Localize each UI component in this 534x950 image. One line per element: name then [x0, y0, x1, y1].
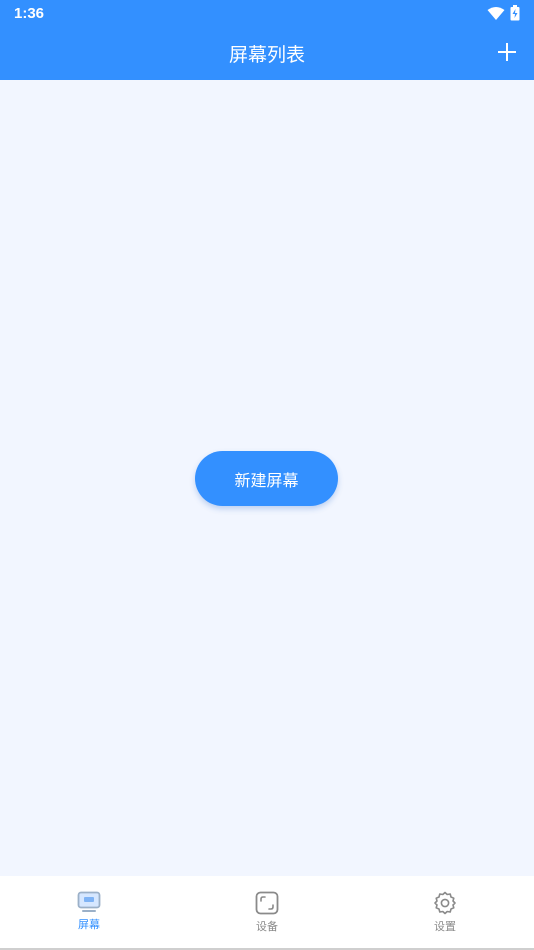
tab-settings[interactable]: 设置: [356, 876, 534, 948]
tab-devices[interactable]: 设备: [178, 876, 356, 948]
page-title: 屏幕列表: [228, 44, 305, 66]
status-time: 1:36: [14, 5, 45, 22]
status-icons: [487, 5, 520, 25]
tab-screens[interactable]: 屏幕: [0, 876, 178, 948]
wifi-icon: [487, 6, 505, 25]
screen-list-area: 新建屏幕: [0, 80, 534, 876]
new-screen-button[interactable]: 新建屏幕: [195, 451, 338, 506]
tab-screens-label: 屏幕: [78, 918, 100, 931]
monitor-icon: [77, 891, 101, 912]
top-bar: 1:36 屏幕列表: [0, 0, 534, 80]
status-bar: 1:36: [0, 0, 534, 28]
gear-icon: [434, 891, 456, 915]
plus-icon: [498, 43, 516, 61]
bottom-tab-bar: 屏幕 设备 设置: [0, 876, 534, 948]
battery-icon: [510, 5, 520, 25]
tab-settings-label: 设置: [434, 920, 456, 933]
device-frame-icon: [255, 891, 279, 915]
add-screen-button[interactable]: [496, 41, 518, 63]
tab-devices-label: 设备: [256, 920, 278, 933]
